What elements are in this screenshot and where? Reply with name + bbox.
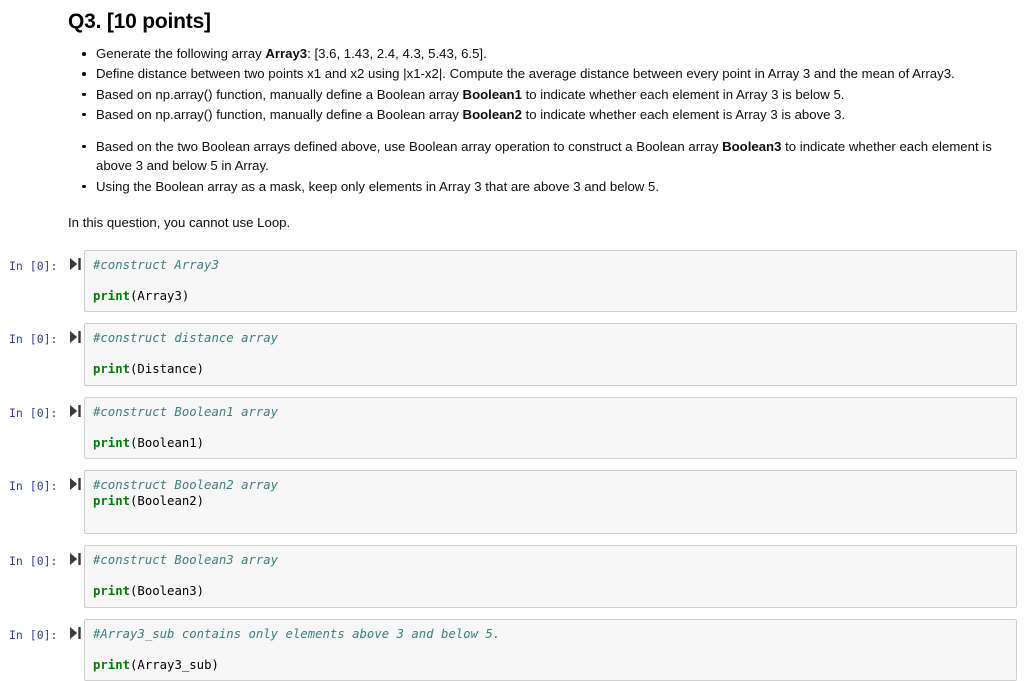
notebook-cell: In [0]: #construct Boolean1 array print(Bo… [0,396,1024,460]
code-keyword: print [93,362,131,377]
page-title: Q3. [10 points] [68,10,211,33]
code-comment-line: #construct Boolean2 array [93,478,279,493]
question-bullet: Using the Boolean array as a mask, keep … [82,177,1014,197]
code-comment-line: #construct Array3 [93,257,219,272]
code-statement-line: print(Boolean1) [93,436,1016,452]
notebook-cell: In [0]: #construct distance array print(Di… [0,323,1024,386]
cell-code-editor[interactable]: #construct Boolean3 array print(Boolean3) [84,545,1017,608]
cell-code-editor[interactable]: #construct Array3 print(Array3) [84,249,1017,313]
bullet-text: to indicate whether each element is Arra… [521,106,846,122]
code-argument: (Array3_sub) [130,657,219,672]
code-keyword: print [93,288,131,303]
bullet-text: Using the Boolean array as a mask, keep … [96,178,659,194]
code-statement-line: print(Array3) [93,289,1016,305]
run-cell-icon[interactable] [66,397,84,417]
question-bullet: Define distance between two points x1 an… [82,64,1014,84]
question-bullet: Based on the two Boolean arrays defined … [82,137,1014,177]
bullet-emphasis: Boolean1 [462,86,522,102]
cell-prompt-label: In [0]: [9,258,58,273]
run-cell-icon[interactable] [66,323,84,344]
bullet-text: Generate the following array [96,46,266,61]
question-note: In this question, you cannot use Loop. [68,214,291,230]
code-comment-line: #construct distance array [93,331,279,346]
code-statement-line: print(Array3_sub) [93,658,1016,674]
question-bullet: Generate the following array Array3: [3.… [82,44,1014,64]
run-cell-icon[interactable] [66,250,84,270]
run-cell-icon[interactable] [66,545,84,566]
bullet-emphasis: Boolean3 [722,138,782,154]
code-argument: (Distance) [130,362,205,377]
bullet-text: Define distance between two points x1 an… [96,66,955,82]
code-argument: (Array3) [130,288,190,303]
notebook-cell: In [0]: #Array3_sub contains only element… [0,618,1024,681]
cell-code-editor[interactable]: #Array3_sub contains only elements above… [84,618,1017,681]
bullet-emphasis: Array3 [265,46,308,61]
code-comment-line: #construct Boolean3 array [93,553,279,568]
code-argument: (Boolean3) [130,584,205,599]
code-statement-line: print(Boolean2) [93,494,1016,510]
code-statement-line: print(Distance) [93,362,1016,378]
cell-code-editor[interactable]: #construct Boolean2 array print(Boolean2) [84,470,1017,535]
code-statement-line: print(Boolean3) [93,584,1016,600]
run-cell-icon[interactable] [66,470,84,491]
cell-prompt-label: In [0]: [9,479,58,494]
code-keyword: print [93,493,131,508]
cell-prompt-label: In [0]: [9,554,58,569]
notebook-cell: In [0]: #construct Boolean2 array print(Bo… [0,470,1024,535]
code-comment-line: #Array3_sub contains only elements above… [93,626,501,641]
cell-prompt-label: In [0]: [9,405,58,420]
cell-code-editor[interactable]: #construct Boolean1 array print(Boolean1) [84,396,1017,460]
question-bullet: Based on np.array() function, manually d… [82,85,1014,105]
code-keyword: print [93,657,131,672]
bullet-text: to indicate whether each element in Arra… [521,86,845,102]
bullet-text: : [3.6, 1.43, 2.4, 4.3, 5.43, 6.5]. [307,46,487,61]
question-bullet-list: Generate the following array Array3: [3.… [68,44,1014,197]
notebook-cell-list: In [0]: #construct Array3 print(Array3) In … [0,249,1024,681]
notebook-cell: In [0]: #construct Boolean3 array print(Bo… [0,545,1024,608]
code-keyword: print [93,435,131,450]
notebook-cell: In [0]: #construct Array3 print(Array3) [0,249,1024,313]
question-bullet: Based on np.array() function, manually d… [82,105,1014,125]
code-keyword: print [93,584,131,599]
code-comment-line: #construct Boolean1 array [93,404,279,419]
bullet-emphasis: Boolean2 [462,106,522,122]
bullet-text: Based on np.array() function, manually d… [96,86,463,102]
bullet-text: Based on the two Boolean arrays defined … [96,138,723,154]
run-cell-icon[interactable] [66,619,84,639]
question-block: Q3. [10 points] Generate the following a… [0,0,1024,232]
code-argument: (Boolean2) [130,493,205,508]
bullet-text: Based on np.array() function, manually d… [96,106,463,122]
cell-prompt-label: In [0]: [9,332,58,347]
code-argument: (Boolean1) [130,435,205,450]
cell-code-editor[interactable]: #construct distance array print(Distance) [84,323,1017,386]
cell-prompt-label: In [0]: [9,627,58,642]
